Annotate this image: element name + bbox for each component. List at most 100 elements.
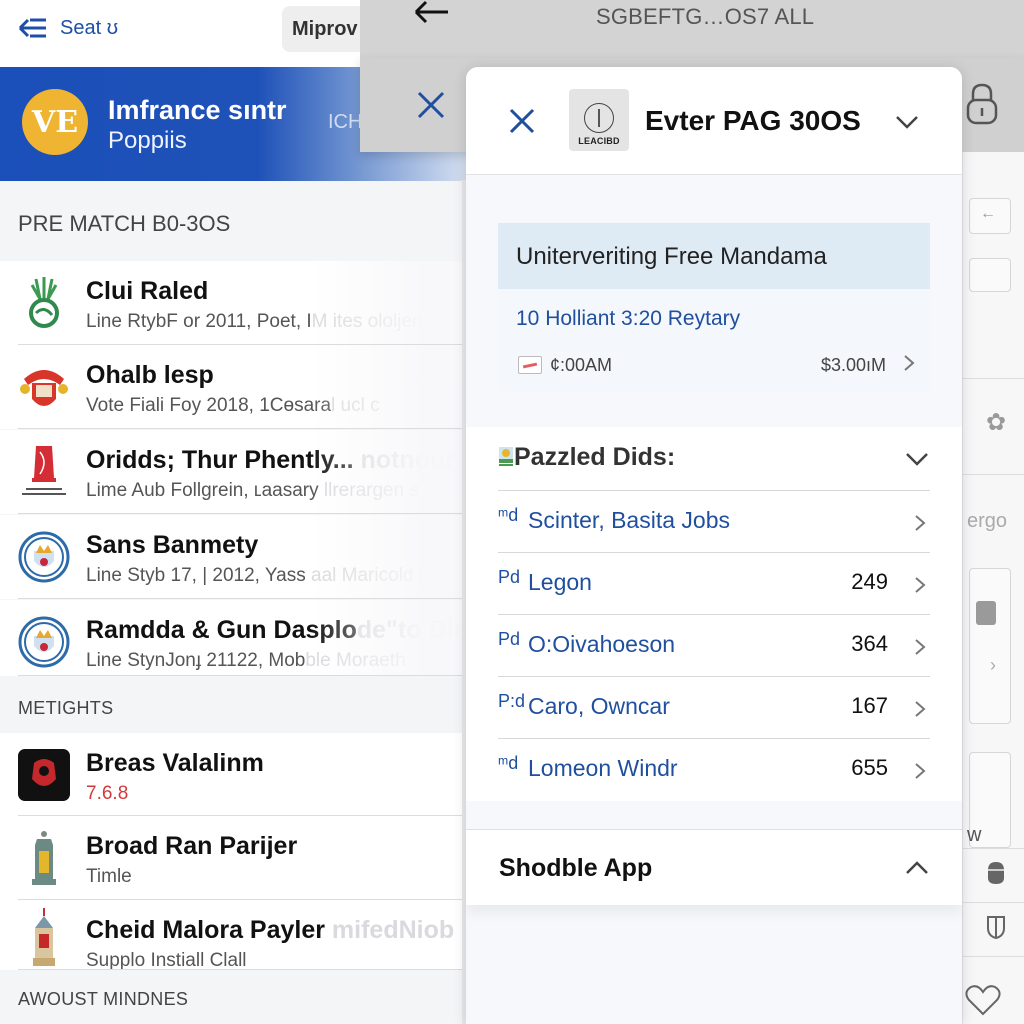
puzzled-dids-header[interactable]: Pazzled Dids: — [498, 427, 930, 491]
item-title: Breas Valalinm — [86, 749, 264, 777]
flower-icon[interactable]: ✿ — [981, 408, 1011, 438]
item-count: 655 — [851, 755, 888, 780]
lantern-tower-icon — [18, 831, 70, 885]
list-item[interactable]: Ohalb lesp Vote Fiali Foy 2018, 1Cɵsaral… — [0, 345, 470, 429]
league-emblem-icon — [584, 103, 614, 133]
banner-subtitle: Poppiis — [108, 127, 187, 154]
item-prefix: P:d — [498, 691, 526, 711]
strip-text-w: w — [967, 824, 982, 846]
strip-text-ergo: ergo — [967, 510, 1008, 532]
item-subtitle: Line Styb 17, | 2012, Yass aal Maricold … — [86, 565, 439, 586]
chevron-down-icon[interactable] — [894, 111, 920, 133]
robot-icon — [976, 601, 996, 625]
close-icon[interactable] — [416, 90, 446, 120]
item-count: 249 — [851, 569, 888, 594]
blue-round-crest-icon — [18, 616, 70, 668]
item-label: Legon — [528, 569, 592, 595]
list-item[interactable]: Sans Banmety Line Styb 17, | 2012, Yass … — [0, 515, 470, 599]
shodble-app-section[interactable]: Shodble App — [466, 829, 962, 905]
chevron-right-icon — [915, 515, 926, 531]
section-header-pre-match: PRE MATCH Β0-3OS — [18, 211, 231, 236]
item-subtitle: Timle — [86, 866, 132, 887]
item-title: Cheid Malora Payler mifedNiob — [86, 916, 455, 944]
item-title: Broad Ran Parijer — [86, 832, 298, 860]
league-logo: LEACIBD — [569, 89, 629, 151]
list-item[interactable]: Breas Valalinm 7.6.8 — [0, 733, 470, 816]
item-title: Oridds; Thur Phently... notnour — [86, 446, 455, 474]
chevron-right-icon — [915, 763, 926, 779]
heart-icon[interactable] — [965, 984, 1001, 1020]
item-label: Lomeon Windr — [528, 755, 678, 781]
chevron-right-icon — [915, 701, 926, 717]
item-subtitle: Vote Fiali Foy 2018, 1Cɵsaral ucl c — [86, 395, 380, 416]
item-count: 364 — [851, 631, 888, 656]
item-prefix: ᵐd — [498, 505, 519, 525]
item-subtitle: Lime Aub Follgrein, ʟaasary llrerargen s — [86, 480, 419, 501]
list-item[interactable]: Broad Ran Parijer Timle — [0, 816, 470, 900]
modal-header: LEACIBD Evter PAG 30OS — [466, 67, 962, 175]
puzzled-dids-title: Pazzled Dids: — [514, 443, 676, 471]
item-title: Ohalb lesp — [86, 361, 214, 389]
church-tower-icon — [18, 908, 70, 966]
chevron-down-icon[interactable] — [904, 449, 930, 469]
item-subtitle: Line RtybF or 2011, Poet, IM ites ololje… — [86, 311, 423, 332]
back-label: Seat ʊ — [60, 16, 119, 39]
event-details-link[interactable]: 10 Holliant 3:20 Reytary — [516, 307, 740, 331]
section-header-awoust-mindnes: AWOUST MINDNES — [18, 988, 189, 1009]
event-card[interactable]: Uniterveriting Free Mandama 10 Holliant … — [498, 223, 930, 393]
left-app: Seat ʊ Miprov VE Imfrance sıntr Poppiis … — [0, 0, 470, 1024]
item-version: 7.6.8 — [86, 783, 129, 804]
item-prefix: Pd — [498, 567, 521, 587]
red-gold-crest-icon — [18, 361, 70, 413]
strip-back-button[interactable]: ← — [969, 198, 1011, 234]
event-time: ¢:00AM — [550, 355, 613, 375]
banner-logo: VE — [22, 89, 88, 155]
chevron-up-icon[interactable] — [904, 858, 930, 878]
list-item[interactable]: Clui Raled Line RtybF or 2011, Poet, IM … — [0, 261, 470, 345]
close-icon[interactable] — [508, 107, 536, 135]
arrow-left-icon[interactable] — [412, 0, 452, 30]
list-item[interactable]: Ramdda & Gun Dasplode"to Dir Line StynJo… — [0, 600, 470, 676]
list-item[interactable]: Pd O:Oivahoeson 364 — [498, 615, 930, 677]
item-subtitle: Supplo Instiall Clall — [86, 950, 247, 971]
blue-round-crest-icon — [18, 531, 70, 583]
modal-title: Evter PAG 30OS — [645, 105, 861, 136]
banner-ghost-text: ICH — [328, 111, 363, 133]
item-title: Clui Raled — [86, 277, 209, 305]
strip-card[interactable]: › — [969, 568, 1011, 724]
chevron-right-icon[interactable] — [902, 353, 916, 373]
list-item[interactable]: ᵐd Scinter, Basita Jobs — [498, 491, 930, 553]
item-label: O:Oivahoeson — [528, 631, 676, 657]
section-header-metights: METIGHTS — [18, 697, 114, 718]
event-title: Uniterveriting Free Mandama — [498, 223, 930, 289]
black-red-app-icon — [18, 749, 70, 801]
lock-icon[interactable] — [964, 82, 1000, 126]
app-section-title: Shodble App — [499, 854, 653, 882]
event-modal: LEACIBD Evter PAG 30OS Uniterveriting Fr… — [466, 67, 962, 1024]
green-crest-icon — [18, 277, 70, 329]
item-prefix: Pd — [498, 629, 521, 649]
red-tower-crest-icon — [18, 446, 70, 498]
overlay-header: SGBEFTG…OS7 ALL — [360, 0, 1024, 58]
shield-icon[interactable] — [981, 914, 1011, 944]
banner-title: Imfrance sıntr — [108, 95, 287, 125]
item-count: 167 — [851, 693, 888, 718]
back-menu-icon — [18, 18, 46, 38]
list-item[interactable]: P:d Caro, Owncar 167 — [498, 677, 930, 739]
list-item[interactable]: ᵐd Lomeon Windr 655 — [498, 739, 930, 801]
item-subtitle: Line StynJonɟ 21122, Mobble Moraeth — [86, 650, 406, 671]
mouse-icon[interactable] — [981, 860, 1011, 890]
calendar-icon — [518, 356, 542, 374]
item-label: Caro, Owncar — [528, 693, 670, 719]
strip-input[interactable] — [969, 258, 1011, 292]
list-item[interactable]: Cheid Malora Payler mifedNiob Supplo Ins… — [0, 900, 470, 971]
item-prefix: ᵐd — [498, 753, 519, 773]
back-menu-button[interactable]: Seat ʊ — [18, 14, 118, 42]
right-sidebar: ← ✿ ergo › w — [962, 152, 1024, 1024]
chevron-right-icon: › — [990, 655, 996, 675]
list-item[interactable]: Pd Legon 249 — [498, 553, 930, 615]
list-item[interactable]: Oridds; Thur Phently... notnour Lime Aub… — [0, 430, 470, 514]
arrow-left-icon: ← — [980, 205, 996, 222]
puzzled-dids-panel: Pazzled Dids: ᵐd Scinter, Basita Jobs Pd… — [466, 427, 962, 801]
item-title: Sans Banmety — [86, 531, 259, 559]
